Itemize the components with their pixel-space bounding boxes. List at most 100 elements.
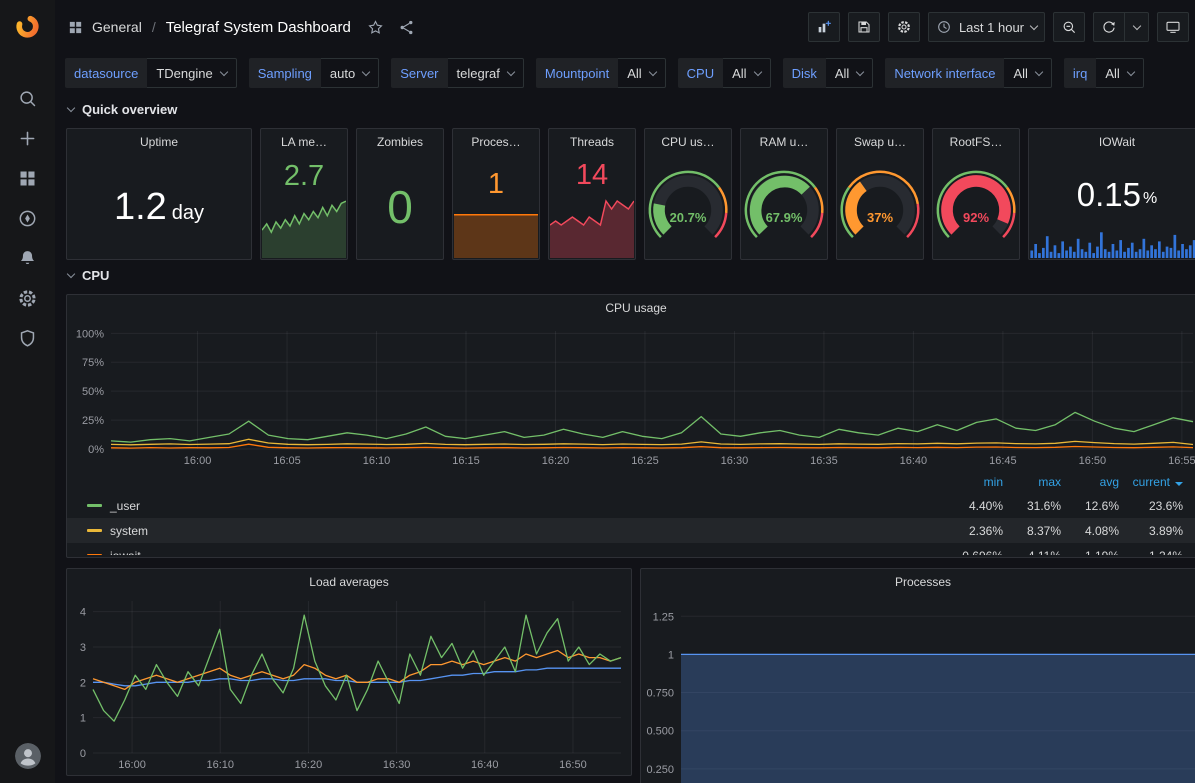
chevron-down-icon xyxy=(219,67,227,75)
chevron-down-icon xyxy=(1132,21,1140,29)
series-marker xyxy=(87,554,102,555)
dashboards-icon[interactable] xyxy=(0,158,55,198)
la-sparkline xyxy=(262,194,346,258)
breadcrumb-section[interactable]: General xyxy=(92,19,142,35)
variable-value-dropdown[interactable]: All xyxy=(1096,58,1143,88)
processes-stat: 1 xyxy=(453,153,539,215)
save-dashboard-button[interactable] xyxy=(848,12,880,42)
grafana-logo-icon[interactable] xyxy=(0,0,55,52)
alerting-bell-icon[interactable] xyxy=(0,238,55,278)
chevron-down-icon xyxy=(1127,67,1135,75)
panel-title[interactable]: Load averages xyxy=(67,569,631,595)
variable-label: datasource xyxy=(65,58,147,88)
explore-compass-icon[interactable] xyxy=(0,198,55,238)
search-icon[interactable] xyxy=(0,78,55,118)
add-icon[interactable] xyxy=(0,118,55,158)
svg-text:25%: 25% xyxy=(82,415,104,427)
cycle-view-mode-button[interactable] xyxy=(1157,12,1189,42)
dashboard-settings-button[interactable] xyxy=(888,12,920,42)
breadcrumb-title[interactable]: Telegraf System Dashboard xyxy=(166,19,351,36)
user-avatar[interactable] xyxy=(15,743,41,769)
variable-value-dropdown[interactable]: TDengine xyxy=(147,58,236,88)
svg-text:0%: 0% xyxy=(88,444,104,456)
legend-series-toggle[interactable]: system xyxy=(87,524,945,538)
variable-value-dropdown[interactable]: All xyxy=(723,58,770,88)
iowait-sparkline xyxy=(1030,230,1195,258)
svg-text:0.500: 0.500 xyxy=(646,726,674,738)
legend-row-iowait: iowait 0.696% 4.11% 1.19% 1.24% xyxy=(67,543,1195,555)
refresh-button[interactable] xyxy=(1093,12,1125,42)
panel-title[interactable]: LA me… xyxy=(261,129,347,155)
panel-title[interactable]: Swap u… xyxy=(837,129,923,155)
panel-title[interactable]: IOWait xyxy=(1029,129,1195,155)
gauge-value: 37% xyxy=(837,210,923,225)
variable-label: Sampling xyxy=(249,58,321,88)
variable-value-dropdown[interactable]: All xyxy=(826,58,873,88)
svg-text:16:20: 16:20 xyxy=(542,455,570,467)
panel-title[interactable]: CPU usage xyxy=(67,295,1195,321)
panel-title[interactable]: Processes xyxy=(641,569,1195,595)
uptime-stat: 1.2 day xyxy=(67,155,251,259)
refresh-interval-dropdown[interactable] xyxy=(1125,12,1149,42)
svg-text:16:50: 16:50 xyxy=(559,759,587,771)
svg-text:0.250: 0.250 xyxy=(646,764,674,776)
panel-title[interactable]: RootFS… xyxy=(933,129,1019,155)
row-header-quick-overview[interactable]: Quick overview xyxy=(66,98,1195,120)
threads-stat: 14 xyxy=(549,149,635,201)
variable-value-dropdown[interactable]: All xyxy=(618,58,665,88)
navbar: General / Telegraf System Dashboard xyxy=(55,0,1195,54)
zoom-out-button[interactable] xyxy=(1053,12,1085,42)
chevron-down-icon xyxy=(1035,67,1043,75)
svg-text:50%: 50% xyxy=(82,386,104,398)
variable-value-dropdown[interactable]: telegraf xyxy=(448,58,524,88)
apps-grid-icon xyxy=(67,19,84,36)
svg-text:3: 3 xyxy=(80,642,86,654)
svg-text:75%: 75% xyxy=(82,357,104,369)
svg-text:16:40: 16:40 xyxy=(900,455,928,467)
legend-col-min[interactable]: min xyxy=(945,475,1003,489)
legend-series-toggle[interactable]: _user xyxy=(87,499,945,513)
svg-text:16:25: 16:25 xyxy=(631,455,659,467)
configuration-gear-icon[interactable] xyxy=(0,278,55,318)
breadcrumb: General / Telegraf System Dashboard xyxy=(67,19,415,36)
gauge-value: 20.7% xyxy=(645,210,731,225)
load-averages-chart[interactable]: 0123416:0016:1016:2016:3016:4016:50 xyxy=(67,595,631,775)
add-panel-button[interactable] xyxy=(808,12,840,42)
panel-processes-stat: Proces… 1 xyxy=(452,128,540,260)
legend-series-toggle[interactable]: iowait xyxy=(87,549,945,556)
panel-title[interactable]: Uptime xyxy=(67,129,251,155)
svg-text:2: 2 xyxy=(80,677,86,689)
panel-title[interactable]: RAM u… xyxy=(741,129,827,155)
star-icon[interactable] xyxy=(367,19,384,36)
panel-title[interactable]: CPU us… xyxy=(645,129,731,155)
row-title: Quick overview xyxy=(82,102,177,117)
legend-col-current[interactable]: current xyxy=(1119,475,1183,489)
legend-col-avg[interactable]: avg xyxy=(1061,475,1119,489)
panel-rootfs-gauge: RootFS… 92% xyxy=(932,128,1020,260)
variable-mountpoint: Mountpoint All xyxy=(536,58,666,88)
svg-text:16:50: 16:50 xyxy=(1079,455,1107,467)
time-range-picker[interactable]: Last 1 hour xyxy=(928,12,1045,42)
stat-value: 0 xyxy=(387,184,413,230)
variable-disk: Disk All xyxy=(783,58,874,88)
panel-cpu-usage-graph: CPU usage 0%25%50%75%100%16:0016:0516:10… xyxy=(66,294,1195,558)
ram-gauge xyxy=(741,153,827,259)
svg-text:16:40: 16:40 xyxy=(471,759,499,771)
grafana-app: General / Telegraf System Dashboard xyxy=(0,0,1195,783)
panel-iowait: IOWait 0.15 % xyxy=(1028,128,1195,260)
cpu-usage-chart[interactable]: 0%25%50%75%100%16:0016:0516:1016:1516:20… xyxy=(67,321,1195,471)
panel-title[interactable]: Zombies xyxy=(357,129,443,155)
server-admin-shield-icon[interactable] xyxy=(0,318,55,358)
la-stat: 2.7 xyxy=(261,153,347,199)
main-area: General / Telegraf System Dashboard xyxy=(55,0,1195,783)
variable-label: Mountpoint xyxy=(536,58,618,88)
chevron-down-icon xyxy=(67,103,75,111)
cpu-legend: min max avg current _user 4.40% 31.6% 12… xyxy=(67,471,1195,555)
variable-value-dropdown[interactable]: auto xyxy=(321,58,379,88)
panel-title[interactable]: Proces… xyxy=(453,129,539,155)
row-header-cpu[interactable]: CPU xyxy=(66,264,1195,286)
variable-value-dropdown[interactable]: All xyxy=(1004,58,1051,88)
share-icon[interactable] xyxy=(398,19,415,36)
legend-col-max[interactable]: max xyxy=(1003,475,1061,489)
processes-chart[interactable]: 0.2500.5000.75011.25 xyxy=(641,595,1195,783)
